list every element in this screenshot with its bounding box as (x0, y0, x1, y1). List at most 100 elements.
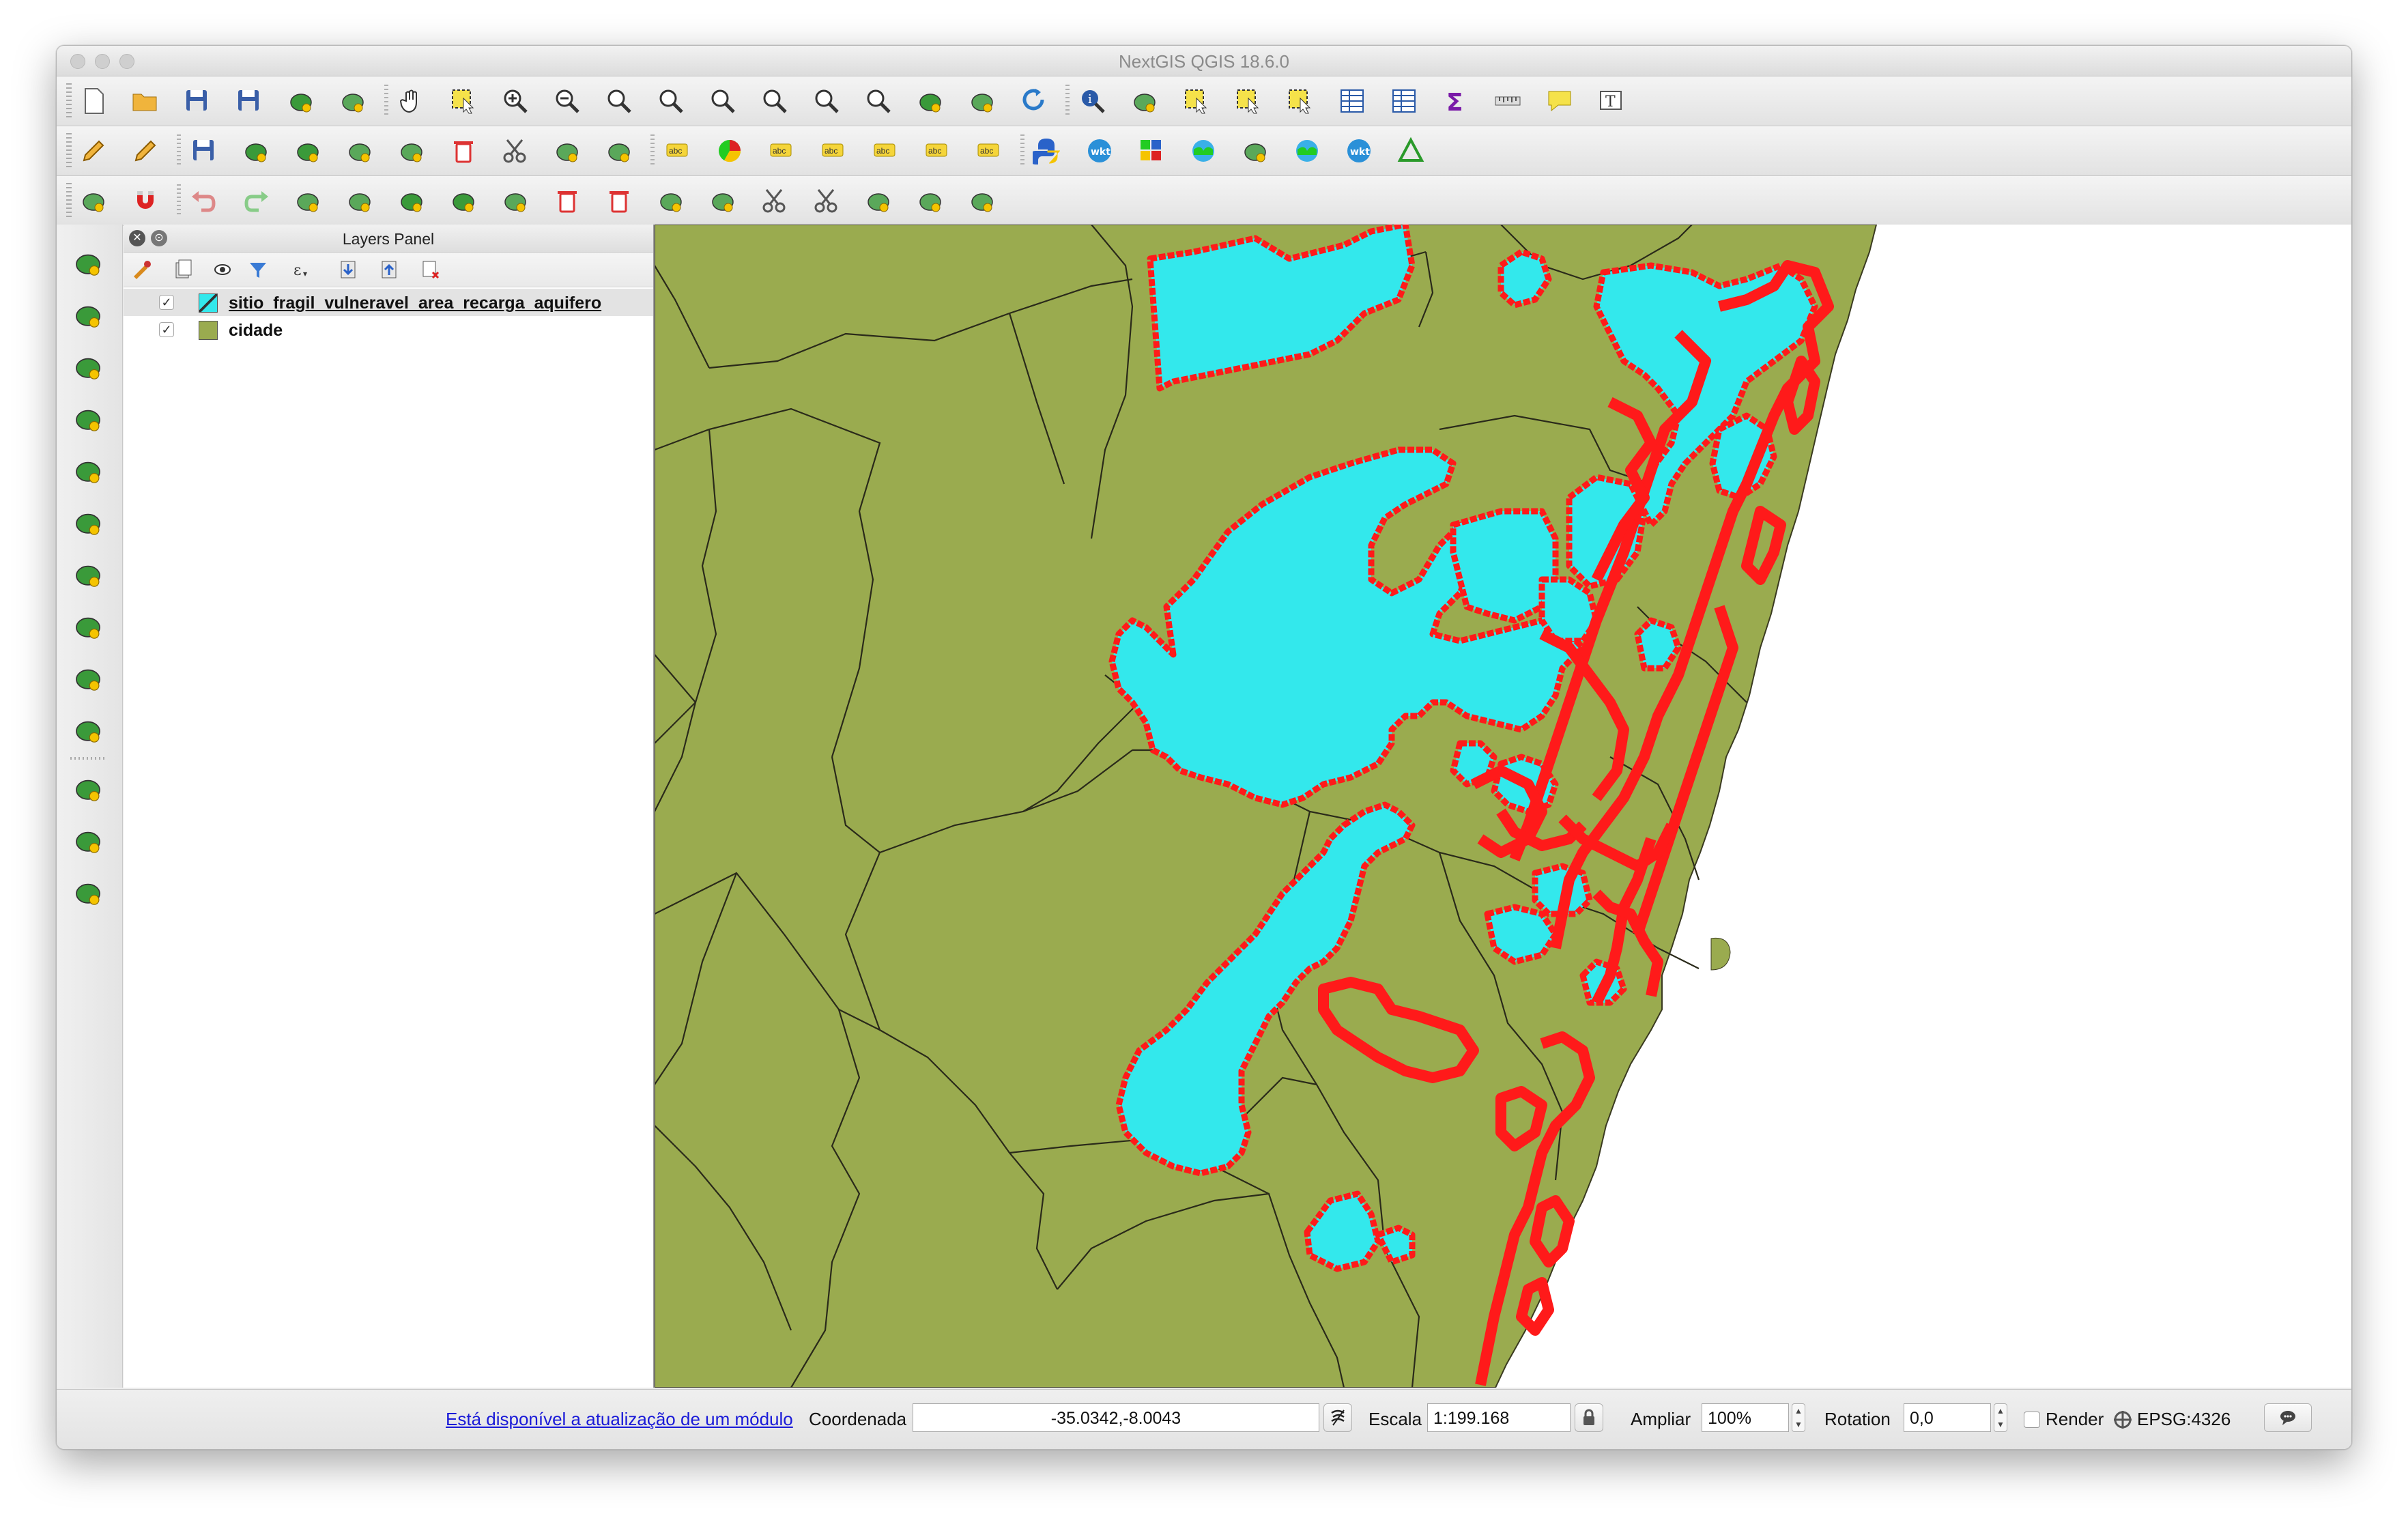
open-folder-icon[interactable] (129, 85, 162, 117)
save-as-icon[interactable] (233, 85, 266, 117)
remove-layer-icon[interactable] (418, 258, 442, 281)
expand-all-icon[interactable] (336, 258, 360, 281)
recharge-area-polygon[interactable] (1634, 617, 1682, 672)
zoom-last-icon[interactable] (810, 85, 843, 117)
add-postgis-icon[interactable] (69, 399, 107, 438)
zoom-native-icon[interactable] (603, 85, 635, 117)
collapse-all-icon[interactable] (377, 258, 401, 281)
zoom-in-icon[interactable] (499, 85, 532, 117)
rotation-field[interactable]: 0,0 (1904, 1403, 1991, 1432)
split-features-icon[interactable] (758, 184, 791, 217)
layer-symbol-swatch[interactable] (199, 293, 218, 313)
offset-curve-icon[interactable] (706, 184, 739, 217)
toolbar-grip[interactable] (66, 133, 72, 169)
zoom-next-icon[interactable] (862, 85, 895, 117)
reshape-icon[interactable] (655, 184, 687, 217)
refresh-icon[interactable] (1018, 85, 1050, 117)
deselect-icon[interactable] (1284, 85, 1317, 117)
add-delimited-text-icon[interactable] (69, 607, 107, 645)
add-vector-layer-icon[interactable] (69, 244, 107, 282)
add-feature-icon[interactable] (240, 134, 272, 167)
save-icon[interactable] (181, 85, 214, 117)
magnifier-field[interactable]: 100% (1702, 1403, 1789, 1432)
rotate-label-icon[interactable]: abc (921, 134, 954, 167)
add-spatialite-icon[interactable] (69, 347, 107, 386)
zoom-to-layer-icon[interactable] (758, 85, 791, 117)
diagram-icon[interactable] (713, 134, 746, 167)
statistics-sigma-icon[interactable]: Σ (1439, 85, 1472, 117)
show-hide-label-icon[interactable]: abc (817, 134, 850, 167)
rotate-feature-icon[interactable] (291, 184, 324, 217)
zoom-to-selection-icon[interactable] (706, 85, 739, 117)
crs-status-button[interactable]: EPSG:4326 (2112, 1409, 2231, 1430)
google-search-icon[interactable] (1239, 134, 1272, 167)
layer-row-cidade[interactable]: ✓ cidade (124, 316, 653, 343)
copy-features-icon[interactable] (551, 134, 584, 167)
magnet-icon[interactable] (129, 184, 162, 217)
select-expression-icon[interactable] (1232, 85, 1265, 117)
add-ring-icon[interactable] (291, 134, 324, 167)
toolbar-grip[interactable] (66, 83, 72, 119)
pan-hand-icon[interactable] (395, 85, 428, 117)
paste-features-icon[interactable] (603, 134, 635, 167)
add-raster-layer-icon[interactable] (69, 296, 107, 334)
add-group-icon[interactable] (171, 258, 195, 281)
map-tips-icon[interactable] (1543, 85, 1576, 117)
delete-selected-icon[interactable] (447, 134, 480, 167)
layer-symbol-swatch[interactable] (199, 321, 218, 340)
snapping-tool-icon[interactable] (77, 184, 110, 217)
print-manager-icon[interactable] (336, 85, 369, 117)
messages-icon[interactable] (2264, 1403, 2312, 1432)
node-tool-icon[interactable] (395, 134, 428, 167)
wkt-editor-icon[interactable]: wkt (1343, 134, 1375, 167)
wkt-icon[interactable]: wkt (1083, 134, 1116, 167)
map-canvas[interactable] (655, 225, 2351, 1388)
plugin-update-link[interactable]: Está disponível a atualização de um módu… (446, 1409, 793, 1430)
identify-icon[interactable]: i (1076, 85, 1109, 117)
field-calculator-icon[interactable] (1388, 85, 1420, 117)
render-checkbox[interactable] (2024, 1412, 2040, 1428)
move-feature-icon[interactable] (343, 134, 376, 167)
text-annotation-icon[interactable]: T (1595, 85, 1628, 117)
new-print-layout-icon[interactable] (285, 85, 317, 117)
layer-name[interactable]: cidade (229, 321, 283, 341)
toggle-extents-icon[interactable] (1323, 1403, 1352, 1432)
layer-name[interactable]: sitio_fragil_vulneravel_area_recarga_aqu… (229, 293, 601, 313)
delete-ring-icon[interactable] (551, 184, 584, 217)
delete-part-icon[interactable] (603, 184, 635, 217)
layer-style-icon[interactable] (130, 258, 154, 281)
action-icon[interactable] (1128, 85, 1161, 117)
manage-visibility-icon[interactable] (212, 258, 235, 281)
layer-visibility-checkbox[interactable]: ✓ (159, 322, 174, 337)
python-console-icon[interactable] (1031, 134, 1064, 167)
save-edits-icon[interactable] (188, 134, 220, 167)
new-project-icon[interactable] (77, 85, 110, 117)
toolbar-grip[interactable] (66, 183, 72, 218)
add-wfs-icon[interactable] (69, 555, 107, 593)
label-icon[interactable]: abc (661, 134, 694, 167)
rotation-spinner[interactable]: ▲ ▼ (1994, 1403, 2007, 1432)
map-render[interactable] (655, 225, 2351, 1388)
cut-features-icon[interactable] (499, 134, 532, 167)
plugin-globe-icon[interactable] (1291, 134, 1323, 167)
split-parts-icon[interactable] (810, 184, 843, 217)
coordinate-field[interactable]: -35.0342,-8.0043 (913, 1403, 1319, 1432)
move-label-icon[interactable]: abc (869, 134, 902, 167)
undo-icon[interactable] (188, 184, 220, 217)
merge-features-icon[interactable] (862, 184, 895, 217)
filter-expression-icon[interactable]: ε ▾ (290, 258, 313, 281)
toggle-editing-pencil-icon[interactable] (129, 134, 162, 167)
add-mssql-icon[interactable] (69, 711, 107, 749)
redo-icon[interactable] (240, 184, 272, 217)
show-bookmarks-icon[interactable] (966, 85, 999, 117)
lock-scale-icon[interactable] (1575, 1403, 1603, 1432)
fill-ring-icon[interactable] (499, 184, 532, 217)
add-wms-icon[interactable] (69, 451, 107, 489)
pin-label-icon[interactable]: abc (765, 134, 798, 167)
add-wcs-icon[interactable] (69, 503, 107, 541)
new-spatialite-icon[interactable] (69, 821, 107, 859)
qgis-cloud-icon[interactable] (1187, 134, 1220, 167)
layer-visibility-checkbox[interactable]: ✓ (159, 295, 174, 310)
layer-row-sitio-fragil[interactable]: ✓ sitio_fragil_vulneravel_area_recarga_a… (124, 289, 653, 316)
rotate-point-symbols-icon[interactable] (966, 184, 999, 217)
